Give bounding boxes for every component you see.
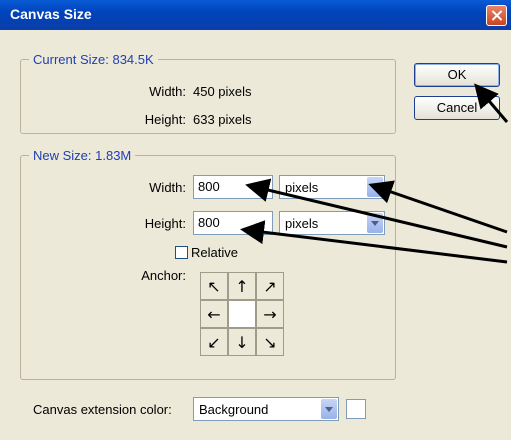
anchor-bottom-left[interactable]: ↙ — [200, 328, 228, 356]
anchor-bottom-right[interactable]: ↘ — [256, 328, 284, 356]
anchor-center[interactable] — [228, 300, 256, 328]
width-input[interactable]: 800 — [193, 175, 273, 199]
new-height-label: Height: — [144, 216, 186, 231]
current-size-legend: Current Size: 834.5K — [33, 52, 154, 67]
current-width-label: Width: — [149, 84, 186, 99]
anchor-bottom[interactable]: ↓ — [228, 328, 256, 356]
height-unit-select[interactable]: pixels — [279, 211, 385, 235]
current-height-value: 633 pixels — [193, 112, 252, 127]
ok-button[interactable]: OK — [414, 63, 500, 87]
close-button[interactable] — [486, 5, 507, 26]
arrow-down-right-icon: ↘ — [263, 332, 277, 352]
extension-color-select[interactable]: Background — [193, 397, 339, 421]
current-height-label: Height: — [144, 112, 186, 127]
extension-color-label: Canvas extension color: — [33, 402, 172, 417]
window-title: Canvas Size — [10, 6, 92, 22]
current-width-value: 450 pixels — [193, 84, 252, 99]
extension-color-value: Background — [199, 402, 269, 417]
anchor-top-right[interactable]: ↗ — [256, 272, 284, 300]
anchor-top[interactable]: ↑ — [228, 272, 256, 300]
chevron-down-icon — [321, 399, 337, 419]
anchor-top-left[interactable]: ↖ — [200, 272, 228, 300]
arrow-down-left-icon: ↙ — [207, 332, 221, 352]
arrow-up-icon: ↑ — [235, 276, 249, 296]
anchor-label: Anchor: — [141, 268, 186, 283]
chevron-down-icon — [367, 213, 383, 233]
height-unit-value: pixels — [285, 216, 319, 231]
arrow-left-icon: ← — [207, 304, 221, 324]
relative-checkbox[interactable] — [175, 246, 188, 259]
anchor-right[interactable]: → — [256, 300, 284, 328]
width-unit-value: pixels — [285, 180, 319, 195]
cancel-button[interactable]: Cancel — [414, 96, 500, 120]
width-unit-select[interactable]: pixels — [279, 175, 385, 199]
arrow-up-right-icon: ↗ — [263, 276, 277, 296]
new-width-label: Width: — [149, 180, 186, 195]
title-bar: Canvas Size — [0, 0, 511, 30]
anchor-left[interactable]: ← — [200, 300, 228, 328]
new-size-legend: New Size: 1.83M — [33, 148, 132, 163]
chevron-down-icon — [367, 177, 383, 197]
arrow-down-icon: ↓ — [235, 332, 249, 352]
arrow-right-icon: → — [263, 304, 277, 324]
anchor-grid[interactable]: ↖ ↑ ↗ ← → ↙ ↓ ↘ — [200, 272, 284, 356]
extension-color-swatch[interactable] — [346, 399, 366, 419]
arrow-up-left-icon: ↖ — [207, 276, 221, 296]
relative-label: Relative — [191, 245, 238, 260]
height-input[interactable]: 800 — [193, 211, 273, 235]
